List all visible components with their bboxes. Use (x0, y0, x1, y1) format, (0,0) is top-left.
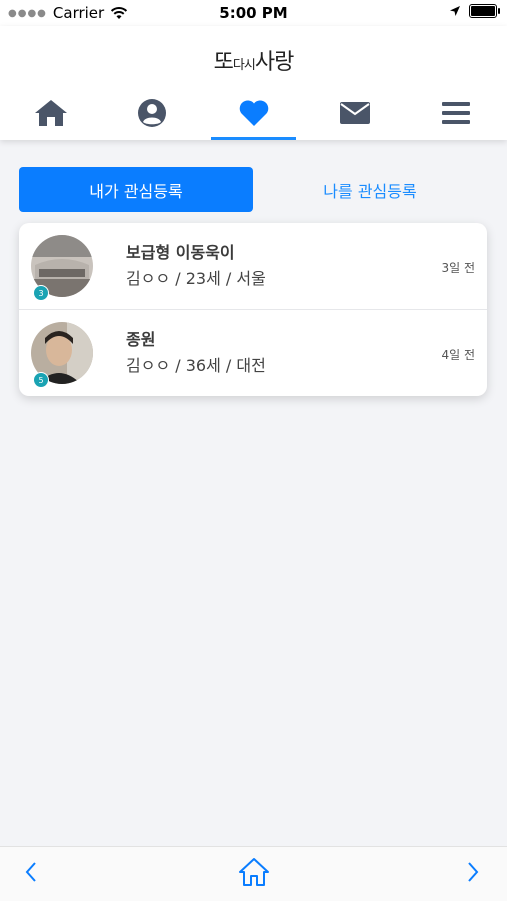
chevron-right-icon (468, 862, 479, 882)
top-nav (0, 86, 507, 140)
interest-list: 3 보급형 이동욱이 김ㅇㅇ / 23세 / 서울 3일 전 5 종원 김ㅇㅇ … (19, 223, 487, 396)
mail-icon (339, 102, 370, 124)
list-item[interactable]: 3 보급형 이동욱이 김ㅇㅇ / 23세 / 서울 3일 전 (19, 223, 487, 310)
item-name: 보급형 이동욱이 (126, 243, 235, 262)
nav-favorites[interactable] (203, 86, 304, 140)
status-time: 5:00 PM (219, 4, 288, 22)
level-badge: 3 (33, 285, 49, 301)
nav-messages[interactable] (304, 86, 405, 140)
home-outline-icon (239, 858, 269, 886)
list-item[interactable]: 5 종원 김ㅇㅇ / 36세 / 대전 4일 전 (19, 310, 487, 396)
logo-end: 사랑 (254, 50, 294, 75)
status-bar: ●●●● Carrier 5:00 PM (0, 0, 507, 26)
bottom-toolbar (0, 846, 507, 901)
chevron-left-icon (25, 862, 36, 882)
battery-icon (469, 4, 500, 18)
profile-icon (138, 99, 167, 127)
logo-small: 다시 (232, 58, 256, 73)
forward-button[interactable] (466, 861, 480, 887)
app-logo: 또다시사랑 (0, 44, 507, 76)
item-meta: 김ㅇㅇ / 23세 / 서울 (126, 269, 266, 288)
header: 또다시사랑 (0, 26, 507, 140)
tab-interested-in-me[interactable]: 나를 관심등록 (253, 167, 487, 212)
item-time-ago: 3일 전 (441, 261, 475, 275)
back-button[interactable] (24, 861, 38, 887)
menu-icon (442, 102, 471, 124)
heart-icon (239, 100, 268, 126)
location-arrow-icon (450, 6, 460, 16)
item-time-ago: 4일 전 (441, 348, 475, 362)
tab-my-interest[interactable]: 내가 관심등록 (19, 167, 253, 212)
level-badge: 5 (33, 372, 49, 388)
status-right (449, 4, 500, 18)
nav-menu[interactable] (406, 86, 507, 140)
item-meta: 김ㅇㅇ / 36세 / 대전 (126, 356, 266, 375)
nav-home[interactable] (0, 86, 101, 140)
home-button[interactable] (238, 857, 270, 891)
nav-profile[interactable] (101, 86, 202, 140)
logo-main: 또 (213, 50, 234, 75)
item-name: 종원 (126, 330, 156, 349)
home-icon (34, 100, 67, 126)
interest-tabs: 내가 관심등록 나를 관심등록 (19, 167, 487, 212)
